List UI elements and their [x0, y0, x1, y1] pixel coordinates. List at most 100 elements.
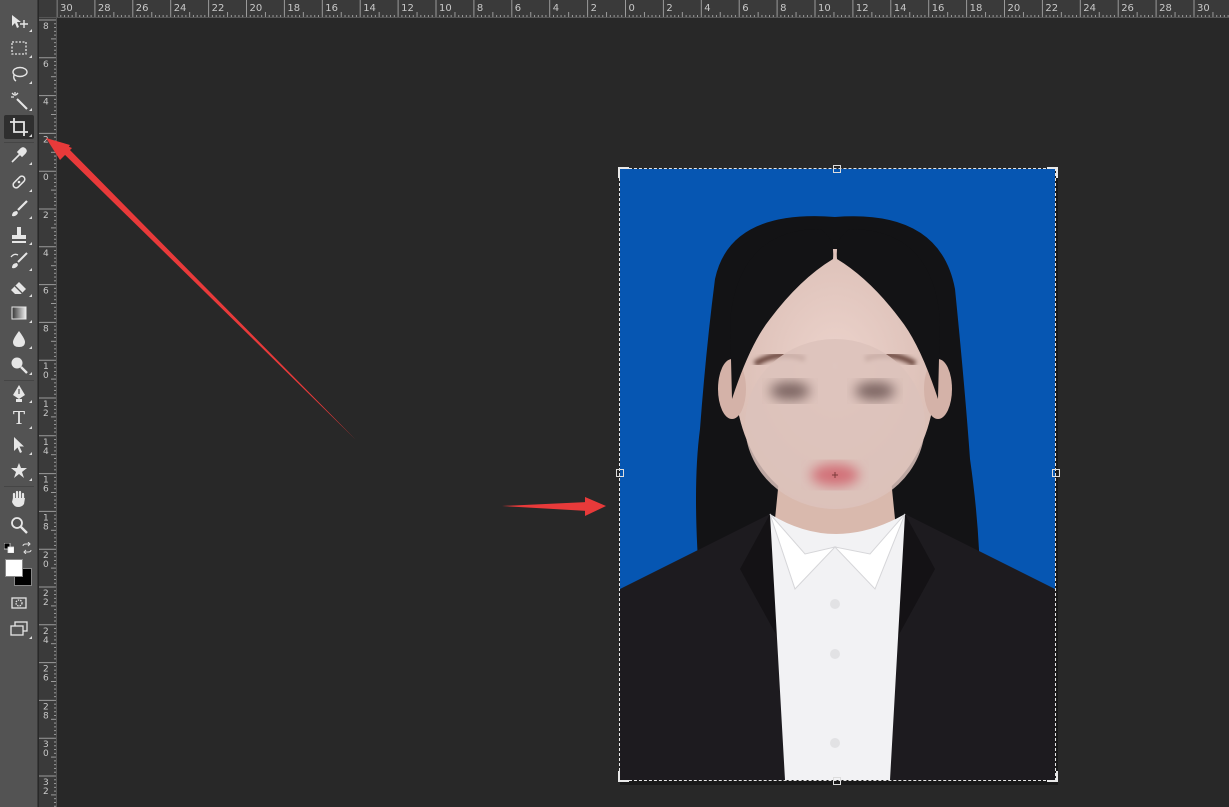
ruler-tick-label: 2 — [43, 598, 49, 608]
ruler-tick-label: 8 — [43, 711, 49, 721]
id-photo-image[interactable] — [620, 169, 1055, 780]
ruler-tick-label: 24 — [174, 3, 187, 14]
ruler-tick-label: 4 — [43, 249, 49, 259]
screen-mode-button[interactable] — [4, 617, 34, 641]
history-brush-tool[interactable] — [4, 249, 34, 273]
eyedropper-tool[interactable] — [4, 143, 34, 167]
ruler-tick-label: 6 — [43, 60, 49, 70]
crop-handle-top-left[interactable] — [618, 167, 630, 179]
swap-colors-icon[interactable] — [21, 542, 33, 554]
ruler-tick-label: 6 — [43, 674, 49, 684]
ruler-tick-label: 2 — [43, 211, 49, 221]
ruler-tick-label: 28 — [98, 3, 111, 14]
ruler-tick-label: 8 — [43, 324, 49, 334]
brush-tool[interactable] — [4, 197, 34, 221]
vertical-ruler[interactable]: 864202468101214161820222426283032 — [39, 18, 57, 807]
move-tool[interactable] — [4, 10, 34, 34]
ruler-tick-label: 20 — [1008, 3, 1021, 14]
ruler-tick-label: 26 — [1121, 3, 1134, 14]
ruler-tick-label: 6 — [43, 485, 49, 495]
crop-handle-top-right[interactable] — [1046, 167, 1058, 179]
ruler-tick-label: 0 — [43, 560, 49, 570]
hand-icon — [12, 490, 25, 507]
ruler-tick-label: 20 — [250, 3, 263, 14]
rectangular-marquee-icon — [11, 41, 27, 55]
bandage-icon — [12, 175, 26, 189]
ruler-tick-label: 4 — [553, 3, 559, 14]
ruler-tick-label: 22 — [212, 3, 225, 14]
magic-wand-tool[interactable] — [4, 89, 34, 113]
eyedropper-icon — [11, 147, 27, 163]
zoom-tool[interactable] — [4, 513, 34, 537]
screen-mode-icon — [10, 621, 28, 636]
pen-tool[interactable] — [4, 381, 34, 405]
ruler-tick-label: 0 — [43, 749, 49, 759]
ruler-tick-label: 6 — [43, 287, 49, 297]
crop-icon — [10, 118, 28, 136]
ruler-tick-label: 22 — [1045, 3, 1058, 14]
ruler-tick-label: 30 — [1197, 3, 1210, 14]
ruler-tick-label: 6 — [515, 3, 521, 14]
stamp-icon — [12, 227, 26, 243]
ruler-tick-label: 4 — [43, 447, 49, 457]
ruler-tick-label: 16 — [932, 3, 945, 14]
photoshop-window: T 30 28 26 24 22 20 18 16 14 12 10 8 6 4… — [0, 0, 1229, 807]
blur-tool[interactable] — [4, 327, 34, 351]
dodge-tool[interactable] — [4, 353, 34, 377]
portrait-illustration — [620, 169, 1055, 780]
horizontal-ruler[interactable]: 30 28 26 24 22 20 18 16 14 12 10 8 6 4 2 0 2 4 6 8 10 12 14 16 1… — [39, 0, 1229, 18]
healing-brush-tool[interactable] — [4, 170, 34, 194]
type-tool[interactable]: T — [4, 407, 34, 431]
crop-handle-bottom-right[interactable] — [1046, 770, 1058, 782]
gradient-tool[interactable] — [4, 301, 34, 325]
crop-handle-left[interactable] — [616, 469, 624, 477]
quick-mask-icon — [11, 597, 27, 609]
lasso-tool[interactable] — [4, 62, 34, 86]
gradient-icon — [11, 306, 27, 320]
drop-icon — [13, 331, 25, 347]
ruler-tick-label: 18 — [970, 3, 983, 14]
ruler-tick-label: 30 — [60, 3, 73, 14]
clone-stamp-tool[interactable] — [4, 223, 34, 247]
pen-icon — [13, 385, 25, 402]
custom-shape-tool[interactable] — [4, 459, 34, 483]
dodge-icon — [11, 357, 28, 374]
magnifier-icon — [11, 517, 28, 534]
ruler-tick-label: 14 — [363, 3, 376, 14]
ruler-tick-label: 16 — [325, 3, 338, 14]
ruler-tick-label: 6 — [742, 3, 748, 14]
ruler-tick-label: 12 — [856, 3, 869, 14]
hand-tool[interactable] — [4, 487, 34, 511]
ruler-tick-label: 2 — [43, 135, 49, 145]
crop-tool[interactable] — [4, 115, 34, 139]
marquee-tool[interactable] — [4, 36, 34, 60]
crop-handle-right[interactable] — [1052, 469, 1060, 477]
ruler-tick-label: 0 — [629, 3, 635, 14]
ruler-tick-label: 8 — [43, 522, 49, 532]
crop-handle-top[interactable] — [833, 165, 841, 173]
default-colors-icon[interactable] — [4, 543, 14, 553]
ruler-tick-label: 0 — [43, 173, 49, 183]
ruler-tick-label: 18 — [287, 3, 300, 14]
crop-handle-bottom-left[interactable] — [618, 770, 630, 782]
magic-wand-icon — [11, 92, 28, 110]
ruler-tick-label: 2 — [43, 409, 49, 419]
ruler-tick-label: 2 — [591, 3, 597, 14]
brush-icon — [12, 200, 28, 217]
arrow-cursor-icon — [14, 437, 24, 453]
ruler-tick-label: 12 — [401, 3, 414, 14]
ruler-tick-label: 8 — [477, 3, 483, 14]
ruler-origin[interactable] — [39, 0, 57, 18]
crop-handle-bottom[interactable] — [833, 777, 841, 785]
ruler-tick-label: 8 — [43, 22, 49, 32]
canvas-shadow — [1055, 169, 1058, 785]
history-brush-icon — [10, 252, 28, 269]
ruler-tick-label: 2 — [43, 787, 49, 797]
ruler-tick-label: 4 — [704, 3, 710, 14]
eraser-tool[interactable] — [4, 275, 34, 299]
path-selection-tool[interactable] — [4, 433, 34, 457]
quick-mask-button[interactable] — [4, 591, 34, 615]
ruler-tick-label: 26 — [136, 3, 149, 14]
ruler-tick-label: 4 — [43, 98, 49, 108]
foreground-color-swatch[interactable] — [5, 559, 23, 577]
